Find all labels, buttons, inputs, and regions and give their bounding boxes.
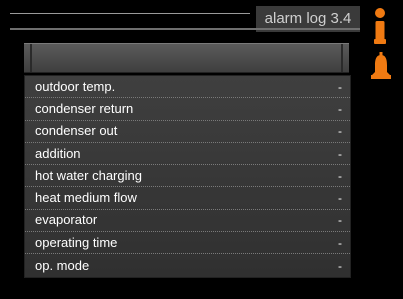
title-line (10, 13, 250, 14)
title-underline (10, 28, 360, 30)
list-item-value: - (338, 235, 342, 250)
list-item-label: outdoor temp. (35, 78, 116, 94)
list-item-hot-water-charging[interactable]: hot water charging - (25, 165, 350, 188)
alarm-bell-icon[interactable] (371, 52, 391, 80)
list-item-label: heat medium flow (35, 190, 137, 206)
list-item-value: - (338, 258, 342, 273)
list-item-outdoor-temp[interactable]: outdoor temp. - (25, 76, 350, 99)
alarm-log-list: outdoor temp. - condenser return - conde… (24, 75, 351, 278)
list-item-label: condenser return (35, 100, 134, 116)
list-item-condenser-return[interactable]: condenser return - (25, 98, 350, 121)
table-header-bar (24, 43, 349, 73)
list-item-label: condenser out (35, 123, 118, 139)
list-item-value: - (338, 191, 342, 206)
list-item-heat-medium-flow[interactable]: heat medium flow - (25, 187, 350, 210)
list-item-label: op. mode (35, 257, 90, 273)
list-item-label: hot water charging (35, 167, 142, 183)
list-item-value: - (338, 146, 342, 161)
list-item-value: - (338, 124, 342, 139)
list-item-value: - (338, 101, 342, 116)
list-item-op-mode[interactable]: op. mode - (25, 254, 350, 276)
list-item-condenser-out[interactable]: condenser out - (25, 121, 350, 143)
list-item-value: - (338, 213, 342, 228)
list-item-addition[interactable]: addition - (25, 143, 350, 166)
list-item-label: addition (35, 145, 81, 161)
info-icon[interactable] (373, 7, 387, 47)
list-item-operating-time[interactable]: operating time - (25, 232, 350, 255)
list-item-value: - (338, 168, 342, 183)
list-item-evaporator[interactable]: evaporator - (25, 210, 350, 233)
list-item-value: - (338, 79, 342, 94)
list-item-label: operating time (35, 234, 118, 250)
list-item-label: evaporator (35, 212, 98, 228)
